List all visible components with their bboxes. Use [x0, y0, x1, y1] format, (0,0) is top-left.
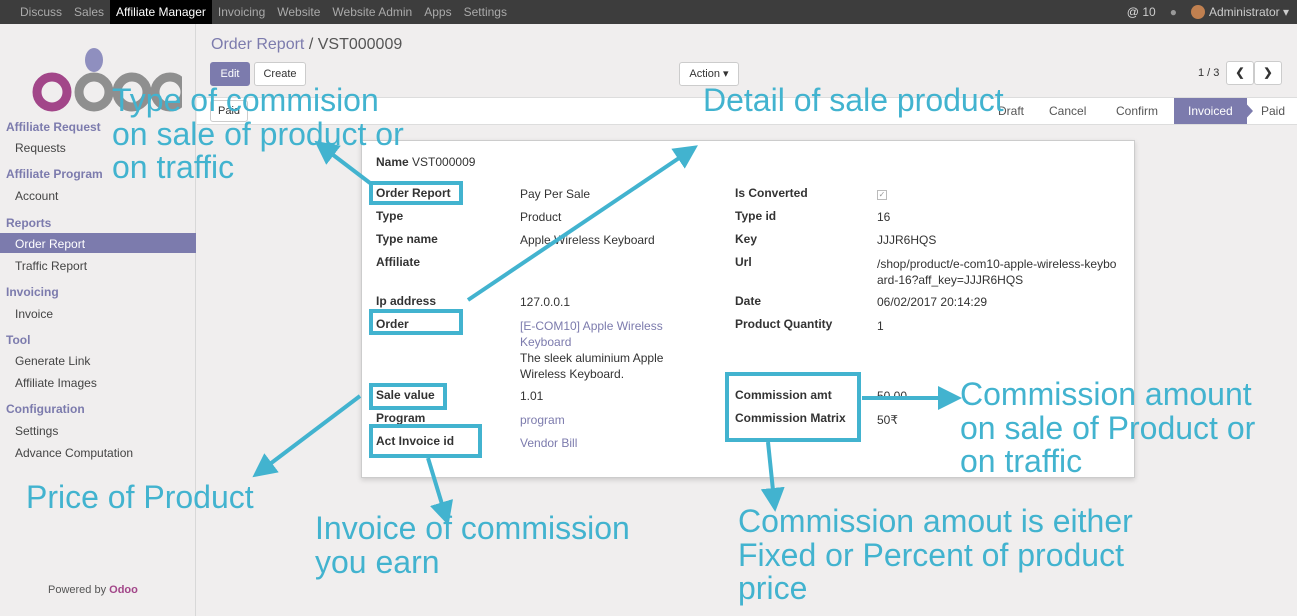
annotation-price-product: Price of Product [26, 479, 254, 515]
annotation-invoice-commission: Invoice of commission you earn [315, 510, 630, 580]
annotation-type-commission: Type of commision on sale of product or … [112, 82, 404, 186]
annotation-commission-fixed: Commission amout is either Fixed or Perc… [738, 503, 1133, 607]
annotation-commission-amount: Commission amount on sale of Product or … [960, 376, 1256, 480]
annotation-detail-sale: Detail of sale product [703, 82, 1004, 118]
